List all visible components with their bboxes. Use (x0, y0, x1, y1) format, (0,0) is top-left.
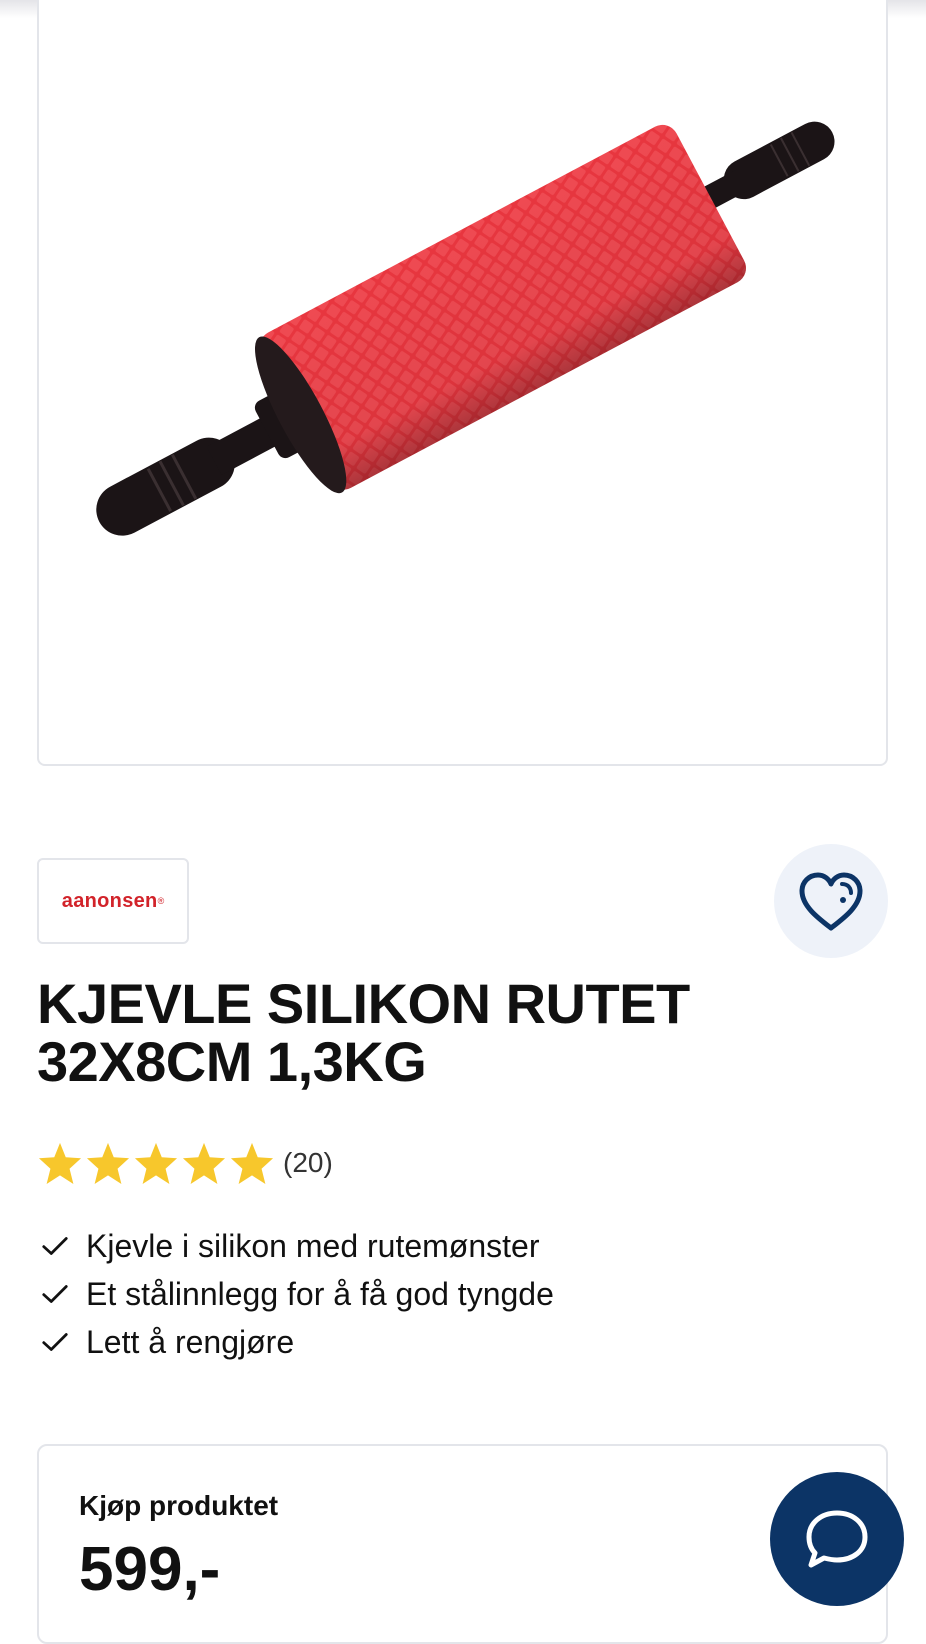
heart-icon (799, 872, 863, 931)
product-image-card[interactable] (37, 0, 888, 766)
brand-logo[interactable]: aanonsen ® (37, 858, 189, 944)
buy-heading: Kjøp produktet (79, 1490, 279, 1521)
check-icon (42, 1285, 68, 1303)
rating-count: (20) (283, 1147, 333, 1178)
favorite-button[interactable] (774, 844, 888, 958)
brand-registered-mark: ® (157, 896, 165, 906)
feature-list: Kjevle i silikon med rutemønster Et stål… (40, 1222, 554, 1366)
brand-name: aanonsen (61, 889, 158, 912)
star-icon (86, 1142, 130, 1185)
feature-text: Lett å rengjøre (86, 1323, 295, 1360)
chat-bubble-icon (806, 1510, 868, 1568)
feature-text: Kjevle i silikon med rutemønster (86, 1227, 540, 1264)
product-title: KJEVLE SILIKON RUTET 32X8CM 1,3KG (37, 972, 690, 1093)
star-icon (182, 1142, 226, 1185)
buy-card: Kjøp produktet 599,- (37, 1444, 888, 1644)
product-rating[interactable]: (20) (37, 1140, 333, 1186)
feature-item: Lett å rengjøre (40, 1318, 554, 1366)
star-rating (37, 1141, 275, 1185)
product-image (96, 121, 835, 536)
feature-text: Et stålinnlegg for å få god tyngde (86, 1275, 554, 1312)
star-icon (134, 1142, 178, 1185)
star-icon (38, 1142, 82, 1185)
product-price: 599,- (79, 1535, 221, 1604)
feature-item: Et stålinnlegg for å få god tyngde (40, 1270, 554, 1318)
feature-item: Kjevle i silikon med rutemønster (40, 1222, 554, 1270)
check-icon (42, 1333, 68, 1351)
star-icon (230, 1142, 274, 1185)
chat-button[interactable] (770, 1472, 904, 1606)
check-icon (42, 1237, 68, 1255)
